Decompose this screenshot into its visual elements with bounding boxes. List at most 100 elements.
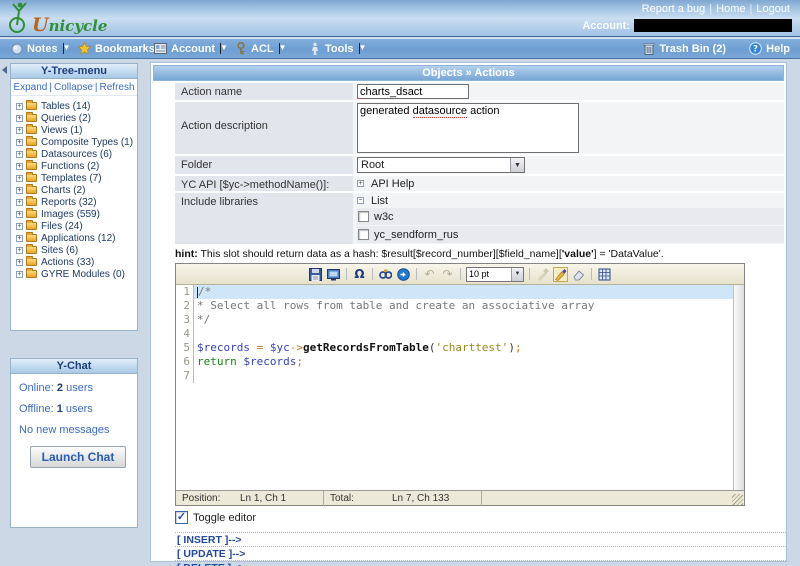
line-code: */ [197,313,211,326]
code-line-3[interactable]: 3 */ [176,313,744,327]
tree-menu-actions: Expand | Collapse | Refresh [11,79,137,96]
expand-plus-icon[interactable]: + [16,138,23,146]
expand-plus-icon[interactable]: + [16,258,23,266]
find-icon[interactable] [378,267,393,282]
code-line-1[interactable]: 1/* [176,285,744,299]
highlight-brush-icon[interactable] [553,266,568,282]
expand-plus-icon[interactable]: + [16,246,23,254]
tools-icon [308,42,321,55]
tree-item-actions-33[interactable]: + Actions (33) [16,256,137,268]
goto-icon[interactable] [396,267,411,282]
top-link-report-a-bug[interactable]: Report a bug [642,3,706,15]
libraries-root-label: List [371,194,389,207]
expand-plus-icon[interactable]: + [16,198,23,206]
tree-item-images-559[interactable]: + Images (559) [16,208,137,220]
launch-chat-button[interactable]: Launch Chat [29,446,127,468]
fullscreen-icon[interactable] [326,267,341,282]
font-size-select-arrow-icon[interactable]: ▼ [511,267,523,281]
tree-item-label: Datasources (6) [41,148,113,160]
library-checkbox-yc_sendform_rus[interactable] [358,229,369,240]
tree-item-gyre-modules-0[interactable]: + GYRE Modules (0) [16,268,137,280]
expand-plus-icon[interactable]: + [16,270,23,278]
chat-body: Online: 2 users Offline: 1 users No new m… [11,374,137,468]
expand-plus-icon[interactable]: + [16,126,23,134]
tree-item-label: Tables (14) [41,100,91,112]
api-help-expand-icon[interactable]: + [357,180,364,187]
tree-item-queries-2[interactable]: + Queries (2) [16,112,137,124]
main-panel: Objects » Actions Action name charts_dsa… [150,62,787,566]
editor-vertical-scrollbar[interactable] [733,285,744,490]
menu-item-acl[interactable]: ACL ▼ [234,42,287,55]
tree-item-templates-7[interactable]: + Templates (7) [16,172,137,184]
library-checkbox-w3c[interactable] [358,211,369,222]
expand-plus-icon[interactable]: + [16,174,23,182]
tree-item-composite-types-1[interactable]: + Composite Types (1) [16,136,137,148]
tree-item-sites-6[interactable]: + Sites (6) [16,244,137,256]
menu-item-trash-bin-2[interactable]: Trash Bin (2) [642,42,726,55]
tree-item-tables-14[interactable]: + Tables (14) [16,100,137,112]
editor-resize-grip[interactable] [732,493,743,505]
top-link-logout[interactable]: Logout [756,3,790,15]
sidebar-collapse-arrow[interactable] [2,66,7,74]
action-name-input[interactable]: charts_dsact [357,84,469,99]
save-icon[interactable] [308,267,323,282]
menu-item-account[interactable]: Account ▼ [154,42,228,55]
menu-item-tools[interactable]: Tools ▼ [308,42,366,55]
api-help-link[interactable]: API Help [371,178,414,190]
expand-plus-icon[interactable]: + [16,162,23,170]
format-painter-icon[interactable] [535,267,550,282]
expand-plus-icon[interactable]: + [16,234,23,242]
expand-plus-icon[interactable]: + [16,210,23,218]
account-label: Account: [582,19,630,32]
tree-item-applications-12[interactable]: + Applications (12) [16,232,137,244]
expand-plus-icon[interactable]: + [16,102,23,110]
expand-plus-icon[interactable]: + [16,186,23,194]
code-line-2[interactable]: 2 * Select all rows from table and create… [176,299,744,313]
menu-item-bookmarks[interactable]: Bookmarks▼ [78,42,168,55]
special-chars-icon[interactable]: Ω [352,267,367,282]
tree-item-functions-2[interactable]: + Functions (2) [16,160,137,172]
folder-select-arrow-icon[interactable]: ▼ [510,158,524,172]
font-size-select[interactable]: 10 pt ▼ [466,266,524,282]
tree-links-separator: | [94,82,98,93]
menu-item-notes[interactable]: Notes ▼ [10,42,70,55]
bookmarks-icon [78,42,91,55]
code-line-5[interactable]: 5 $records = $yc->getRecordsFromTable('ch… [176,341,744,355]
code-line-4[interactable]: 4 [176,327,744,341]
redo-icon[interactable]: ↷ [440,267,455,282]
menu-item-help[interactable]: ? Help [749,42,790,55]
action-name-label: Action name [175,83,353,100]
libraries-collapse-icon[interactable]: − [357,197,364,204]
expand-plus-icon[interactable]: + [16,114,23,122]
menu-item-label: Help [766,42,790,55]
library-label: yc_sendform_rus [374,228,459,241]
eraser-icon[interactable] [571,267,586,282]
tree-action-refresh[interactable]: Refresh [100,82,135,93]
line-code: return $records; [197,355,303,368]
folder-icon [26,244,37,254]
unicycle-logo[interactable]: Unicycle [6,1,126,36]
folder-select[interactable]: Root ▼ [357,157,525,173]
tree-action-expand[interactable]: Expand [13,82,47,93]
tree-item-reports-32[interactable]: + Reports (32) [16,196,137,208]
expand-plus-icon[interactable]: + [16,150,23,158]
tree-item-views-1[interactable]: + Views (1) [16,124,137,136]
top-link-home[interactable]: Home [716,3,745,15]
slot-link-insert[interactable]: [ INSERT ]--> [175,533,786,547]
tree-action-collapse[interactable]: Collapse [54,82,93,93]
code-area[interactable]: 1/* 2 * Select all rows from table and cre… [176,285,744,490]
top-links: Report a bug | Home | Logout [642,3,790,15]
expand-plus-icon[interactable]: + [16,222,23,230]
tree-item-datasources-6[interactable]: + Datasources (6) [16,148,137,160]
tree-item-charts-2[interactable]: + Charts (2) [16,184,137,196]
toggle-editor-checkbox[interactable]: ✓ [175,511,188,524]
action-description-textarea[interactable]: generated datasource action [357,103,579,153]
tree-item-files-24[interactable]: + Files (24) [16,220,137,232]
undo-icon[interactable]: ↶ [422,267,437,282]
slot-link-update[interactable]: [ UPDATE ]--> [175,547,786,561]
code-line-6[interactable]: 6 return $records; [176,355,744,369]
slot-link-delete[interactable]: [ DELETE ]--> [175,561,786,566]
code-line-7[interactable]: 7 [176,369,744,383]
chat-stat-online: Online: 2 users [19,382,94,394]
toggle-grid-icon[interactable] [597,267,612,282]
